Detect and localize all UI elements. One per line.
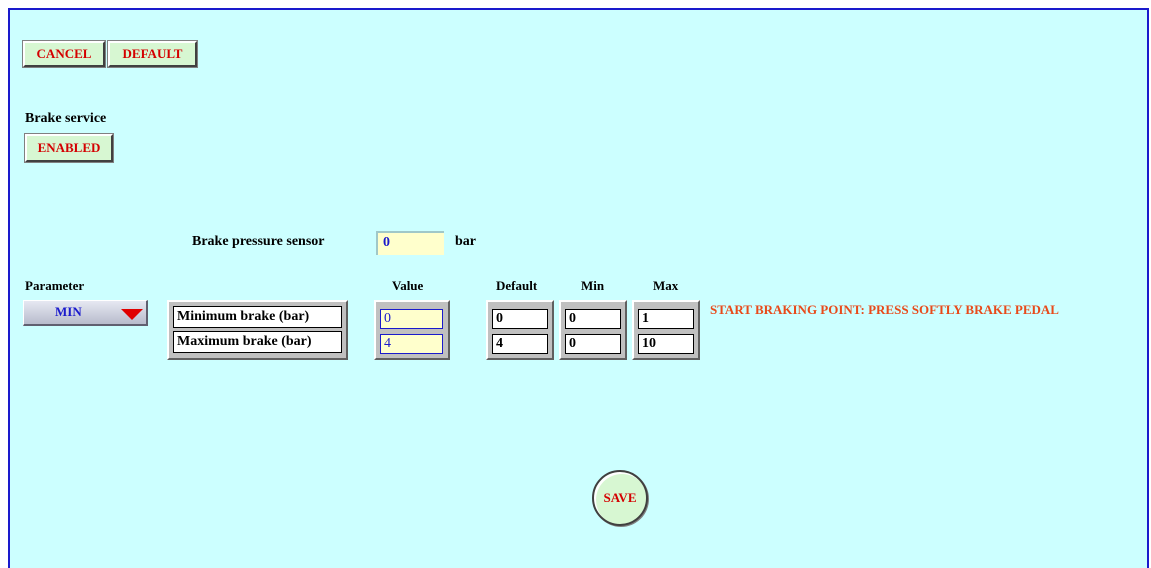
parameter-label: Parameter <box>25 278 85 293</box>
brake-pressure-sensor-value: 0 <box>376 231 444 255</box>
brake-service-toggle[interactable]: ENABLED <box>24 133 114 163</box>
min-frame: 0 0 <box>559 300 627 360</box>
maximum-brake-value-input[interactable]: 4 <box>380 334 443 354</box>
row-name-minimum-brake: Minimum brake (bar) <box>173 306 342 328</box>
parameter-selected-value: MIN <box>55 304 82 319</box>
minimum-brake-min: 0 <box>565 309 621 329</box>
maximum-brake-max: 10 <box>638 334 694 354</box>
max-frame: 1 10 <box>632 300 700 360</box>
maximum-brake-min: 0 <box>565 334 621 354</box>
cancel-button[interactable]: CANCEL <box>22 40 106 68</box>
default-frame: 0 4 <box>486 300 554 360</box>
instruction-message: START BRAKING POINT: PRESS SOFTLY BRAKE … <box>710 302 1059 317</box>
brake-pressure-unit: bar <box>455 234 476 249</box>
brake-settings-panel: CANCEL DEFAULT Brake service ENABLED Bra… <box>8 8 1149 568</box>
minimum-brake-max: 1 <box>638 309 694 329</box>
brake-service-label: Brake service <box>25 111 107 126</box>
maximum-brake-default: 4 <box>492 334 548 354</box>
value-frame: 0 4 <box>374 300 450 360</box>
column-header-value: Value <box>392 278 424 293</box>
parameter-dropdown[interactable]: MIN <box>23 300 148 326</box>
column-header-default: Default <box>496 278 538 293</box>
dropdown-arrow-icon <box>121 309 143 320</box>
brake-pressure-sensor-label: Brake pressure sensor <box>192 234 325 249</box>
default-button[interactable]: DEFAULT <box>107 40 198 68</box>
column-header-min: Min <box>581 278 605 293</box>
minimum-brake-value-input[interactable]: 0 <box>380 309 443 329</box>
row-name-maximum-brake: Maximum brake (bar) <box>173 331 342 353</box>
save-button[interactable]: SAVE <box>592 470 648 526</box>
column-header-max: Max <box>653 278 679 293</box>
minimum-brake-default: 0 <box>492 309 548 329</box>
parameter-names-frame: Minimum brake (bar) Maximum brake (bar) <box>167 300 348 360</box>
